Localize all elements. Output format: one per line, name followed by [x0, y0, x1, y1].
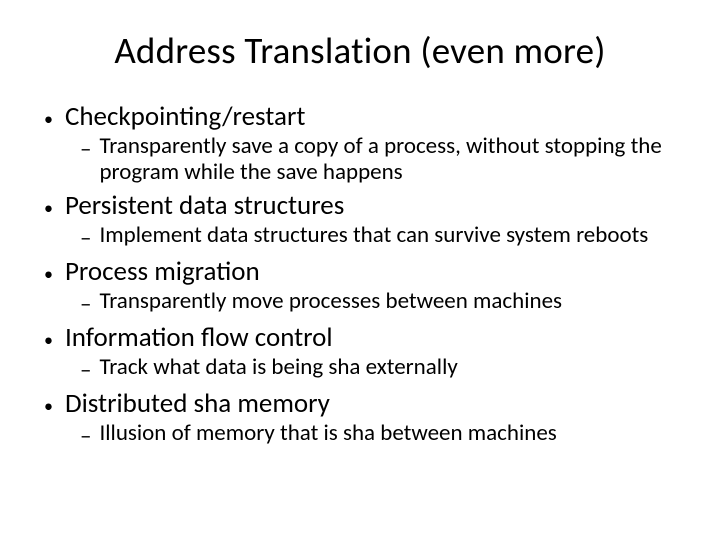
bullet-item: • Distributed sha memory: [44, 388, 680, 419]
sub-bullet-label: Track what data is being sha externally: [99, 355, 457, 381]
bullet-label: Information flow control: [65, 322, 333, 353]
sub-bullet-label: Implement data structures that can survi…: [99, 223, 648, 249]
sub-bullet-marker: –: [80, 135, 91, 163]
sub-bullet-marker: –: [80, 422, 91, 450]
sub-bullet-item: – Transparently move processes between m…: [80, 289, 680, 318]
sub-bullet-item: – Track what data is being sha externall…: [80, 355, 680, 384]
bullet-marker: •: [44, 329, 53, 351]
bullet-label: Persistent data structures: [65, 190, 344, 221]
sub-bullet-item: – Implement data structures that can sur…: [80, 223, 680, 252]
slide-content: • Checkpointing/restart – Transparently …: [40, 101, 680, 450]
bullet-item: • Checkpointing/restart: [44, 101, 680, 132]
sub-bullet-item: – Transparently save a copy of a process…: [80, 134, 680, 186]
sub-bullet-label: Transparently move processes between mac…: [99, 289, 562, 315]
sub-bullet-marker: –: [80, 224, 91, 252]
bullet-label: Process migration: [65, 256, 260, 287]
bullet-label: Distributed sha memory: [65, 388, 330, 419]
bullet-marker: •: [44, 108, 53, 130]
sub-bullet-label: Illusion of memory that is sha between m…: [99, 421, 556, 447]
bullet-item: • Information flow control: [44, 322, 680, 353]
bullet-marker: •: [44, 395, 53, 417]
bullet-marker: •: [44, 197, 53, 219]
sub-bullet-marker: –: [80, 290, 91, 318]
bullet-label: Checkpointing/restart: [65, 101, 305, 132]
slide-title: Address Translation (even more): [40, 28, 680, 73]
sub-bullet-item: – Illusion of memory that is sha between…: [80, 421, 680, 450]
sub-bullet-marker: –: [80, 356, 91, 384]
bullet-item: • Process migration: [44, 256, 680, 287]
bullet-marker: •: [44, 263, 53, 285]
sub-bullet-label: Transparently save a copy of a process, …: [99, 134, 680, 186]
bullet-item: • Persistent data structures: [44, 190, 680, 221]
